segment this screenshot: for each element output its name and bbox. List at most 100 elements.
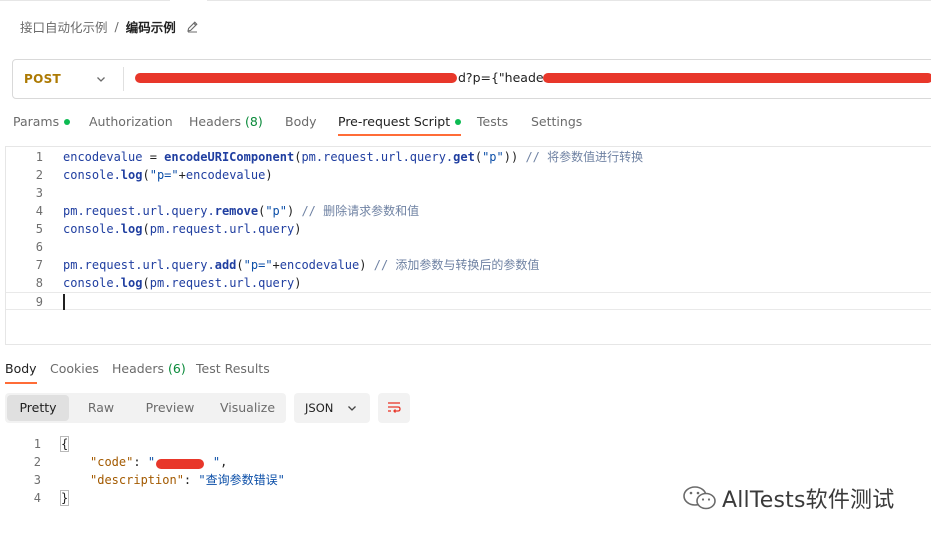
line-number: 6 (35, 240, 43, 254)
code-token: ( (142, 168, 150, 182)
tab-settings[interactable]: Settings (531, 110, 582, 136)
code-token: // 将参数值进行转换 (518, 150, 644, 164)
json-comma: , (220, 455, 228, 469)
code-token: + (272, 258, 280, 272)
code-token: = (149, 150, 165, 164)
view-visualize-button[interactable]: Visualize (211, 395, 284, 421)
tab-label: Headers (112, 361, 168, 376)
code-token: ) (294, 222, 302, 236)
tab-headers[interactable]: Headers (8) (189, 110, 263, 136)
code-token: ) (265, 168, 273, 182)
code-line: 7 pm.request.url.query.add("p="+encodeval… (6, 256, 931, 274)
format-label: JSON (305, 401, 334, 415)
view-raw-button[interactable]: Raw (73, 395, 129, 421)
tab-label: Settings (531, 114, 583, 129)
method-select[interactable]: POST (13, 60, 123, 98)
code-token: remove (214, 204, 259, 218)
script-editor[interactable]: 1 encodevalue = encodeURIComponent(pm.req… (5, 146, 931, 345)
line-number: 9 (35, 295, 43, 309)
url-visible-text: d?p={"header" (457, 60, 556, 96)
method-divider (123, 67, 124, 91)
tab-label: Test Results (196, 361, 270, 376)
request-tabs: Params Authorization Headers (8) Body Pre-re… (0, 110, 931, 136)
tab-label: Tests (477, 114, 509, 129)
breadcrumb: 接口自动化示例 / 编码示例 (20, 17, 200, 35)
active-tab-indicator (5, 382, 37, 384)
code-token: add (214, 258, 237, 272)
json-brace: } (59, 490, 70, 506)
line-number: 2 (35, 168, 43, 182)
line-number: 7 (35, 258, 43, 272)
status-dot-icon (455, 118, 462, 125)
response-text: "description": "查询参数错误" (90, 471, 285, 489)
json-colon: : (133, 455, 148, 469)
json-value: "查询参数错误" (198, 473, 285, 487)
tab-count: (8) (245, 114, 263, 129)
status-dot-icon (64, 118, 71, 125)
url-redaction (135, 73, 457, 83)
tab-label: Cookies (50, 361, 99, 376)
tab-params[interactable]: Params (13, 110, 71, 136)
code-token: "p" (482, 150, 504, 164)
code-token: get (453, 150, 475, 164)
code-token: "p=" (149, 168, 179, 182)
breadcrumb-parent[interactable]: 接口自动化示例 (20, 17, 108, 36)
code-token: encodeURIComponent (164, 150, 295, 164)
code-line: 9 (6, 292, 931, 310)
json-colon: : (183, 473, 199, 487)
view-pretty-button[interactable]: Pretty (7, 395, 69, 421)
code-token: ( (474, 150, 483, 164)
tab-label: Body (285, 114, 317, 129)
url-input[interactable]: d?p={"header" (133, 60, 931, 98)
code-text: encodevalue = encodeURIComponent (pm.requ… (63, 148, 643, 166)
tab-tests[interactable]: Tests (477, 110, 508, 136)
code-token: pm.request.url.query (149, 276, 295, 290)
json-brace: { (59, 436, 70, 452)
view-mode-toggle: Pretty Raw Preview Visualize (5, 393, 286, 423)
response-line: 4} (0, 489, 500, 507)
code-line: 8 console.log(pm.request.url.query) (6, 274, 931, 292)
method-label: POST (24, 72, 62, 86)
code-line: 2 console.log("p="+encodevalue) (6, 166, 931, 184)
response-tab-test-results[interactable]: Test Results (196, 358, 270, 384)
tab-pre-request-script[interactable]: Pre-request Script (338, 110, 462, 136)
code-token: "p=" (243, 258, 273, 272)
wrap-lines-button[interactable] (378, 393, 410, 423)
code-text: pm.request.url.query.add("p="+encodevalu… (63, 256, 539, 274)
code-token: ( (236, 258, 244, 272)
response-tab-body[interactable]: Body (5, 358, 37, 384)
tab-body[interactable]: Body (285, 110, 317, 136)
request-bar: POST d?p={"header" (12, 59, 931, 99)
json-value: " " (147, 455, 221, 469)
response-tab-headers[interactable]: Headers (6) (112, 358, 186, 384)
watermark-text: AllTests软件测试 (722, 488, 895, 513)
code-token: ) (359, 258, 367, 272)
code-token: ( (142, 276, 150, 290)
line-number: 5 (35, 222, 43, 236)
view-preview-button[interactable]: Preview (133, 395, 207, 421)
wechat-icon (683, 486, 716, 510)
tab-label: Authorization (89, 114, 173, 129)
code-text: pm.request.url.query.remove("p") // 删除请求… (63, 202, 419, 220)
tab-label: Pre-request Script (338, 114, 451, 129)
chevron-down-icon (348, 406, 356, 411)
code-token: pm.request.url.query (149, 222, 295, 236)
response-tabs: Body Cookies Headers (6) Test Results (0, 358, 931, 386)
code-token: encodevalue (279, 258, 360, 272)
pencil-icon[interactable] (186, 19, 200, 33)
line-number: 4 (33, 491, 41, 505)
breadcrumb-separator: / (114, 18, 119, 34)
code-token: log (120, 168, 143, 182)
code-token: console. (63, 222, 121, 236)
response-text: { (59, 435, 70, 453)
chevron-down-icon (97, 77, 105, 82)
wrap-lines-icon (388, 402, 401, 413)
format-select[interactable]: JSON (294, 393, 370, 423)
line-number: 4 (35, 204, 43, 218)
code-token: // 添加参数与转换后的参数值 (366, 258, 540, 272)
code-token: log (120, 222, 143, 236)
code-text: console.log(pm.request.url.query) (63, 274, 301, 292)
response-tab-cookies[interactable]: Cookies (50, 358, 99, 384)
tab-authorization[interactable]: Authorization (89, 110, 173, 136)
tab-label: Headers (189, 114, 245, 129)
